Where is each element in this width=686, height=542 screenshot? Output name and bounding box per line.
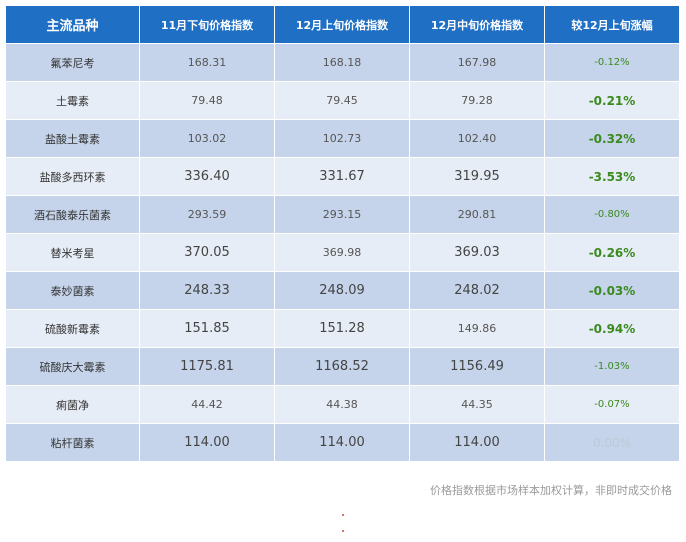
index-mid-dec: 319.95 [410,158,545,196]
table-row: 替米考星 370.05 369.98 369.03 -0.26% [6,234,680,272]
table-row: 盐酸多西环素 336.40 331.67 319.95 -3.53% [6,158,680,196]
table-row: 痢菌净 44.42 44.38 44.35 -0.07% [6,386,680,424]
index-early-dec: 293.15 [275,196,410,234]
variety-name: 硫酸庆大霉素 [6,348,140,386]
variety-name: 泰妙菌素 [6,272,140,310]
change-value: -0.94% [545,310,680,348]
index-early-dec: 44.38 [275,386,410,424]
variety-name: 盐酸土霉素 [6,120,140,158]
change-value: -0.03% [545,272,680,310]
price-index-table: 主流品种 11月下旬价格指数 12月上旬价格指数 12月中旬价格指数 较12月上… [6,6,680,462]
header-variety: 主流品种 [6,6,140,44]
index-early-dec: 331.67 [275,158,410,196]
index-late-nov: 248.33 [140,272,275,310]
table-row: 酒石酸泰乐菌素 293.59 293.15 290.81 -0.80% [6,196,680,234]
index-mid-dec: 167.98 [410,44,545,82]
index-early-dec: 151.28 [275,310,410,348]
index-early-dec: 168.18 [275,44,410,82]
index-mid-dec: 1156.49 [410,348,545,386]
change-value: -1.03% [545,348,680,386]
index-late-nov: 168.31 [140,44,275,82]
change-value: -0.80% [545,196,680,234]
index-mid-dec: 369.03 [410,234,545,272]
table-row: 氟苯尼考 168.31 168.18 167.98 -0.12% [6,44,680,82]
table-row: 土霉素 79.48 79.45 79.28 -0.21% [6,82,680,120]
index-mid-dec: 102.40 [410,120,545,158]
index-early-dec: 79.45 [275,82,410,120]
index-early-dec: 114.00 [275,424,410,462]
change-value: -0.07% [545,386,680,424]
index-mid-dec: 44.35 [410,386,545,424]
variety-name: 替米考星 [6,234,140,272]
index-early-dec: 1168.52 [275,348,410,386]
index-late-nov: 114.00 [140,424,275,462]
variety-name: 盐酸多西环素 [6,158,140,196]
table-row: 粘杆菌素 114.00 114.00 114.00 0.00% [6,424,680,462]
index-mid-dec: 79.28 [410,82,545,120]
index-late-nov: 370.05 [140,234,275,272]
header-late-nov: 11月下旬价格指数 [140,6,275,44]
decorative-dot [342,530,344,532]
variety-name: 土霉素 [6,82,140,120]
header-mid-dec: 12月中旬价格指数 [410,6,545,44]
index-late-nov: 293.59 [140,196,275,234]
index-late-nov: 151.85 [140,310,275,348]
index-mid-dec: 248.02 [410,272,545,310]
table-row: 泰妙菌素 248.33 248.09 248.02 -0.03% [6,272,680,310]
table-row: 硫酸庆大霉素 1175.81 1168.52 1156.49 -1.03% [6,348,680,386]
index-early-dec: 248.09 [275,272,410,310]
table-header-row: 主流品种 11月下旬价格指数 12月上旬价格指数 12月中旬价格指数 较12月上… [6,6,680,44]
index-late-nov: 336.40 [140,158,275,196]
variety-name: 粘杆菌素 [6,424,140,462]
index-late-nov: 1175.81 [140,348,275,386]
variety-name: 氟苯尼考 [6,44,140,82]
index-late-nov: 44.42 [140,386,275,424]
index-late-nov: 103.02 [140,120,275,158]
variety-name: 硫酸新霉素 [6,310,140,348]
table-row: 硫酸新霉素 151.85 151.28 149.86 -0.94% [6,310,680,348]
index-mid-dec: 149.86 [410,310,545,348]
table-row: 盐酸土霉素 103.02 102.73 102.40 -0.32% [6,120,680,158]
change-value: -3.53% [545,158,680,196]
footnote: 价格指数根据市场样本加权计算，非即时成交价格 [430,484,672,497]
change-value: -0.12% [545,44,680,82]
header-early-dec: 12月上旬价格指数 [275,6,410,44]
change-value: -0.26% [545,234,680,272]
index-early-dec: 102.73 [275,120,410,158]
change-value: -0.32% [545,120,680,158]
variety-name: 痢菌净 [6,386,140,424]
index-early-dec: 369.98 [275,234,410,272]
change-value: -0.21% [545,82,680,120]
index-mid-dec: 290.81 [410,196,545,234]
header-change: 较12月上旬涨幅 [545,6,680,44]
change-value: 0.00% [545,424,680,462]
variety-name: 酒石酸泰乐菌素 [6,196,140,234]
index-mid-dec: 114.00 [410,424,545,462]
decorative-dot [342,514,344,516]
index-late-nov: 79.48 [140,82,275,120]
